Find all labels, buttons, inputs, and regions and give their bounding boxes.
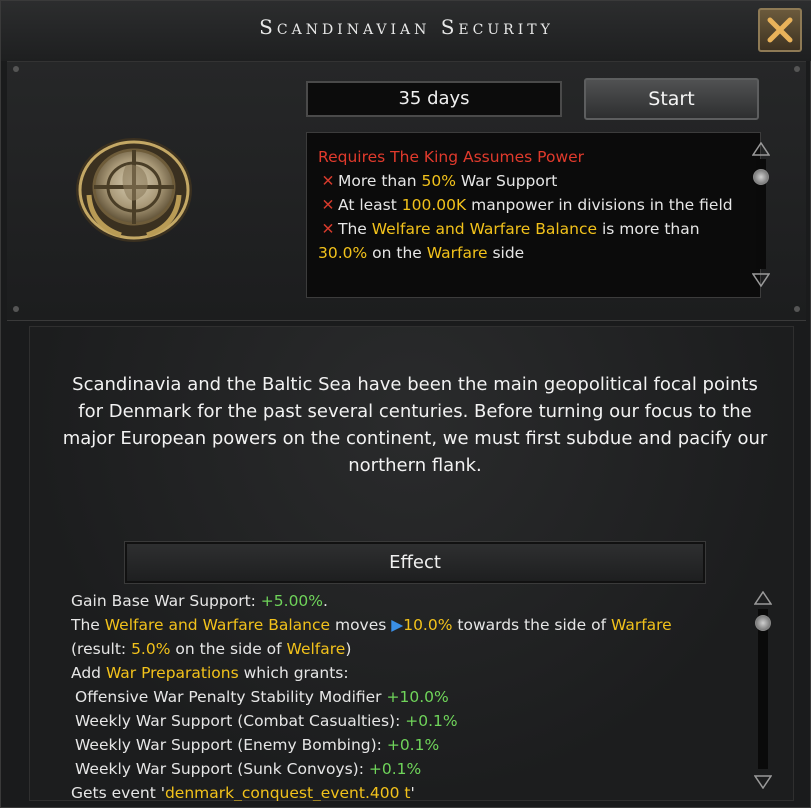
scroll-down-icon[interactable]: [754, 775, 772, 789]
scroll-down-icon[interactable]: [752, 273, 770, 287]
focus-description: Scandinavia and the Baltic Sea have been…: [62, 374, 768, 476]
crosshair-emblem-icon: [76, 138, 192, 242]
arrow-right-icon: ▶: [391, 616, 404, 634]
effect-line: The Welfare and Warfare Balance moves ▶1…: [71, 616, 672, 634]
effect-line: Gets event 'denmark_conquest_event.400 t…: [71, 784, 415, 801]
cross-icon: ✕: [321, 172, 335, 190]
modifier-line: Weekly War Support (Combat Casualties): …: [75, 712, 458, 730]
focus-window: Scandinavian Security 35 days Start Requ…: [0, 0, 811, 808]
rivet-icon: [794, 66, 800, 72]
effect-list: Gain Base War Support: +5.00%. The Welfa…: [71, 589, 761, 801]
close-button[interactable]: [758, 8, 802, 52]
start-button[interactable]: Start: [584, 78, 759, 120]
rivet-icon: [13, 306, 19, 312]
effect-line: Add War Preparations which grants:: [71, 664, 349, 682]
scroll-up-icon[interactable]: [752, 142, 770, 156]
cross-icon: ✕: [321, 196, 335, 214]
modifier-line: Weekly War Support (Enemy Bombing): +0.1…: [75, 736, 440, 754]
window-title: Scandinavian Security: [259, 15, 554, 39]
requirement-item: ✕ At least 100.00K manpower in divisions …: [318, 193, 748, 217]
modifier-line: Weekly War Support (Sunk Convoys): +0.1%: [75, 760, 422, 778]
effect-scrollbar[interactable]: [758, 609, 768, 769]
requirement-item: ✕ The Welfare and Warfare Balance is more…: [318, 217, 748, 265]
requirement-item: ✕ More than 50% War Support: [318, 169, 748, 193]
modifier-line: Offensive War Penalty Stability Modifier…: [75, 688, 449, 706]
effect-scroll-thumb[interactable]: [755, 615, 771, 631]
requirements-scroll-thumb[interactable]: [753, 169, 769, 185]
scroll-up-icon[interactable]: [754, 591, 772, 605]
requirement-header: Requires The King Assumes Power: [318, 148, 585, 166]
effect-header: Effect: [125, 542, 705, 583]
cross-icon: ✕: [321, 220, 335, 238]
rivet-icon: [13, 66, 19, 72]
requirements-box: Requires The King Assumes Power ✕ More th…: [306, 132, 761, 298]
close-x-icon: [767, 17, 793, 43]
effect-line: (result: 5.0% on the side of Welfare): [71, 640, 352, 658]
title-bar: Scandinavian Security: [1, 1, 811, 61]
focus-duration: 35 days: [306, 81, 562, 117]
effect-line: Gain Base War Support: +5.00%.: [71, 592, 328, 610]
rivet-icon: [794, 306, 800, 312]
requirements-text: Requires The King Assumes Power ✕ More th…: [318, 145, 748, 265]
